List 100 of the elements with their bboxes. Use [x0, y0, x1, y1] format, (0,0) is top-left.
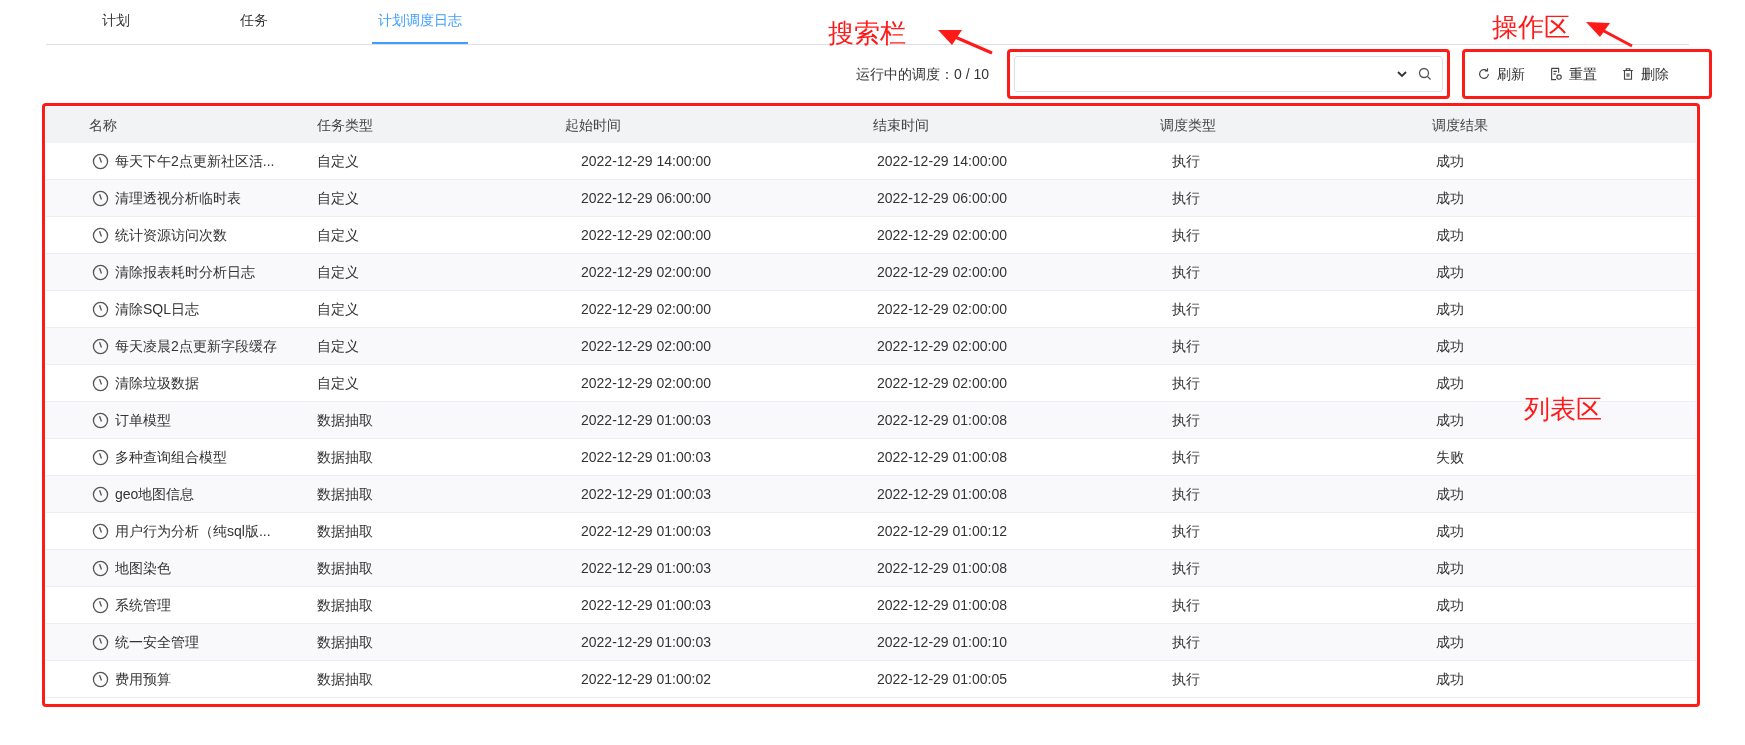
annotation-arrow: [938, 30, 993, 55]
column-header: 结束时间: [873, 115, 929, 135]
table-cell-text: 数据抽取: [317, 484, 373, 504]
table-cell-text: 2022-12-29 01:00:12: [876, 521, 1007, 541]
table-cell-text: 统一安全管理: [115, 632, 199, 652]
table-cell-text: 2022-12-29 14:00:00: [580, 151, 711, 171]
annotation-arrow: [1586, 22, 1633, 48]
clock-icon: [92, 596, 109, 614]
tab[interactable]: 任务: [234, 0, 274, 44]
trash-icon: [1621, 67, 1635, 81]
table-cell-text: 执行: [1171, 151, 1200, 171]
table-cell-text: 成功: [1435, 669, 1464, 689]
table-cell-text: 成功: [1435, 373, 1464, 393]
table-cell-text: 成功: [1435, 188, 1464, 208]
clock-icon: [92, 226, 109, 244]
table-cell-text: 自定义: [317, 262, 359, 282]
table-cell-text: 地图染色: [115, 558, 171, 578]
table-cell-text: 每天下午2点更新社区活...: [115, 151, 275, 171]
table-cell-text: 2022-12-29 02:00:00: [580, 373, 711, 393]
table-cell-text: 清除垃圾数据: [115, 373, 199, 393]
table-cell-text: 执行: [1171, 373, 1200, 393]
table-cell-text: 2022-12-29 01:00:03: [580, 632, 711, 652]
table-cell-text: 清除SQL日志: [115, 299, 199, 319]
table-cell-text: 2022-12-29 01:00:03: [580, 595, 711, 615]
table-cell-text: 2022-12-29 01:00:03: [580, 410, 711, 430]
table-cell-text: 失败: [1435, 447, 1464, 467]
annotation-label: 操作区: [1492, 11, 1570, 44]
table-cell-text: 2022-12-29 01:00:03: [580, 447, 711, 467]
table-cell-text: 2022-12-29 02:00:00: [580, 299, 711, 319]
clock-icon: [92, 670, 109, 688]
document-icon: [1549, 67, 1563, 81]
search-icon[interactable]: [1418, 67, 1432, 81]
table-cell-text: 2022-12-29 02:00:00: [876, 373, 1007, 393]
table-cell-text: 数据抽取: [317, 632, 373, 652]
table-cell-text: 订单模型: [115, 410, 171, 430]
table-cell-text: 成功: [1435, 410, 1464, 430]
table-cell-text: 成功: [1435, 595, 1464, 615]
search-field[interactable]: [1014, 56, 1443, 92]
table-cell-text: 数据抽取: [317, 447, 373, 467]
table-cell-text: 数据抽取: [317, 595, 373, 615]
clock-icon: [92, 189, 109, 207]
table-cell-text: 2022-12-29 01:00:03: [580, 521, 711, 541]
table-cell-text: geo地图信息: [115, 484, 195, 504]
table-cell-text: 数据抽取: [317, 558, 373, 578]
table-cell-text: 成功: [1435, 299, 1464, 319]
table-cell-text: 自定义: [317, 299, 359, 319]
table-cell-text: 统计资源访问次数: [115, 225, 227, 245]
table-cell-text: 执行: [1171, 595, 1200, 615]
table-cell-text: 自定义: [317, 336, 359, 356]
table-cell-text: 2022-12-29 02:00:00: [876, 299, 1007, 319]
table-cell-text: 自定义: [317, 188, 359, 208]
action-button[interactable]: 删除: [1621, 63, 1669, 85]
table-cell-text: 2022-12-29 01:00:02: [580, 669, 711, 689]
table-cell-text: 清除报表耗时分析日志: [115, 262, 255, 282]
clock-icon: [92, 411, 109, 429]
table-cell-text: 清理透视分析临时表: [115, 188, 241, 208]
table-cell-text: 自定义: [317, 373, 359, 393]
table-cell-text: 自定义: [317, 151, 359, 171]
table-cell-text: 2022-12-29 01:00:08: [876, 447, 1007, 467]
table-cell-text: 成功: [1435, 151, 1464, 171]
table-cell-text: 2022-12-29 01:00:08: [876, 595, 1007, 615]
clock-icon: [92, 374, 109, 392]
table-cell-text: 执行: [1171, 299, 1200, 319]
clock-icon: [92, 300, 109, 318]
table-cell-text: 2022-12-29 01:00:10: [876, 632, 1007, 652]
clock-icon: [92, 485, 109, 503]
table-cell-text: 执行: [1171, 447, 1200, 467]
table-cell-text: 2022-12-29 02:00:00: [580, 262, 711, 282]
column-header: 名称: [88, 115, 117, 135]
table-cell-text: 2022-12-29 01:00:08: [876, 484, 1007, 504]
clock-icon: [92, 559, 109, 577]
table-cell-text: 自定义: [317, 225, 359, 245]
column-header: 调度结果: [1432, 115, 1488, 135]
table-cell-text: 成功: [1435, 521, 1464, 541]
clock-icon: [92, 152, 109, 170]
table-cell-text: 成功: [1435, 558, 1464, 578]
table-cell-text: 2022-12-29 02:00:00: [876, 225, 1007, 245]
table-cell-text: 执行: [1171, 558, 1200, 578]
table-cell-text: 2022-12-29 14:00:00: [876, 151, 1007, 171]
table-cell-text: 数据抽取: [317, 669, 373, 689]
table-cell-text: 系统管理: [115, 595, 171, 615]
table-cell-text: 执行: [1171, 225, 1200, 245]
table-cell-text: 数据抽取: [317, 521, 373, 541]
clock-icon: [92, 633, 109, 651]
table-cell-text: 2022-12-29 02:00:00: [876, 336, 1007, 356]
annotation-label: 列表区: [1524, 393, 1602, 426]
table-cell-text: 多种查询组合模型: [115, 447, 227, 467]
table-cell-text: 用户行为分析（纯sql版...: [115, 521, 271, 541]
table-cell-text: 执行: [1171, 262, 1200, 282]
table-cell-text: 2022-12-29 02:00:00: [876, 262, 1007, 282]
table-cell-text: 2022-12-29 06:00:00: [876, 188, 1007, 208]
column-header: 起始时间: [565, 115, 621, 135]
clock-icon: [92, 263, 109, 281]
tab[interactable]: 计划: [96, 0, 136, 44]
action-button[interactable]: 重置: [1549, 63, 1597, 85]
chevron-down-icon[interactable]: [1396, 68, 1408, 80]
table-cell-text: 执行: [1171, 410, 1200, 430]
clock-icon: [92, 337, 109, 355]
table-cell-text: 2022-12-29 01:00:08: [876, 410, 1007, 430]
action-button[interactable]: 刷新: [1477, 63, 1525, 85]
